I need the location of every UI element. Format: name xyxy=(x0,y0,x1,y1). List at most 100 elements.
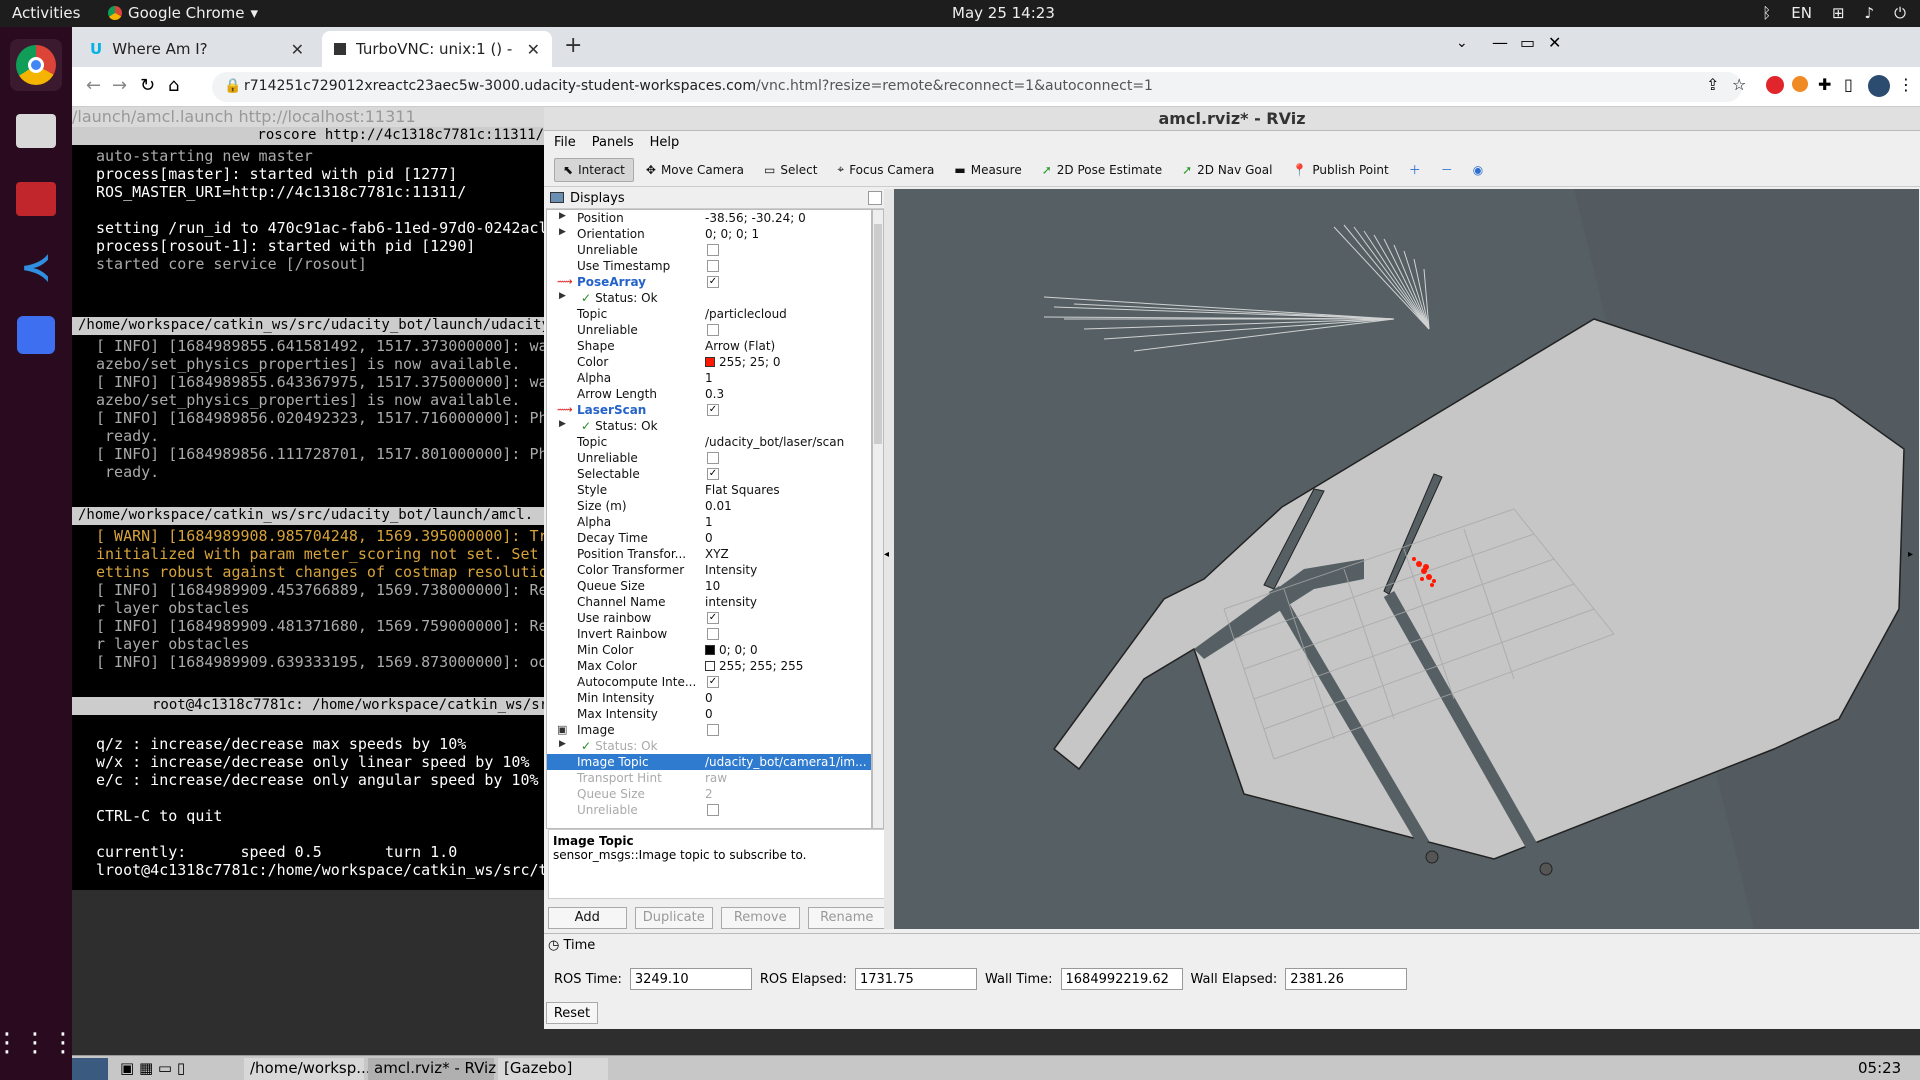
expand-arrow-icon[interactable]: ▶ xyxy=(559,419,566,429)
checkbox[interactable]: ✓ xyxy=(707,676,719,688)
system-tray[interactable]: ᛒ EN ⊞ ♪ ⏻ xyxy=(1762,4,1906,22)
terminal-pane-amcl[interactable]: /home/workspace/catkin_ws/src/udacity_bo… xyxy=(72,507,544,697)
language-indicator[interactable]: EN xyxy=(1791,4,1812,22)
show-apps-icon[interactable]: ⋮⋮⋮ xyxy=(0,1017,76,1069)
back-icon[interactable]: ← xyxy=(86,75,101,96)
close-window-button[interactable]: ✕ xyxy=(1548,33,1561,52)
property-value[interactable]: 0 xyxy=(705,707,713,721)
remove-button[interactable]: Remove xyxy=(721,907,800,929)
duplicate-button[interactable]: Duplicate xyxy=(634,907,713,929)
new-tab-button[interactable]: + xyxy=(564,33,582,58)
property-row[interactable]: Color 255; 25; 0 xyxy=(547,354,871,370)
property-row[interactable]: Unreliable xyxy=(547,322,871,338)
add-button[interactable]: Add xyxy=(548,907,627,929)
property-row[interactable]: Shape Arrow (Flat) xyxy=(547,338,871,354)
expand-arrow-icon[interactable]: ▶ xyxy=(559,291,566,301)
adblock-icon[interactable] xyxy=(1766,76,1784,94)
tool-move-camera[interactable]: ✥ Move Camera xyxy=(638,159,752,181)
terminal-pane-gazebo[interactable]: /home/workspace/catkin_ws/src/udacity_bo… xyxy=(72,317,544,507)
property-value[interactable]: 0; 0; 0 xyxy=(705,643,758,657)
wall-time-field[interactable] xyxy=(1060,968,1183,990)
checkbox[interactable]: ✓ xyxy=(707,276,719,288)
property-row[interactable]: Queue Size 10 xyxy=(547,578,871,594)
screenshot-icon[interactable] xyxy=(10,309,62,361)
reload-icon[interactable]: ↻ xyxy=(140,75,155,96)
checkbox[interactable] xyxy=(707,724,719,736)
property-row[interactable]: Max Intensity 0 xyxy=(547,706,871,722)
property-value[interactable]: intensity xyxy=(705,595,757,609)
menu-file[interactable]: File xyxy=(554,135,576,150)
vnc-canvas[interactable]: /launch/amcl.launch http://localhost:113… xyxy=(72,107,1920,1080)
avatar[interactable] xyxy=(1868,75,1890,97)
property-value[interactable]: 2 xyxy=(705,787,713,801)
tab-where-am-i[interactable]: U Where Am I? ✕ xyxy=(78,31,316,67)
property-row[interactable]: ⟿ PoseArray ✓ xyxy=(547,274,871,290)
checkbox[interactable]: ✓ xyxy=(707,404,719,416)
tool-2d-nav-goal[interactable]: ➚ 2D Nav Goal xyxy=(1174,159,1280,181)
property-row[interactable]: Style Flat Squares xyxy=(547,482,871,498)
property-value[interactable]: 0.01 xyxy=(705,499,732,513)
property-row[interactable]: Position Transfor... XYZ xyxy=(547,546,871,562)
url-field[interactable]: 🔒 r714251c729012xreactc23aec5w-3000.udac… xyxy=(212,72,1742,102)
checkbox[interactable] xyxy=(707,452,719,464)
property-row[interactable]: Autocompute Inte... ✓ xyxy=(547,674,871,690)
property-row[interactable]: Unreliable xyxy=(547,802,871,818)
menu-panels[interactable]: Panels xyxy=(592,135,634,150)
property-value[interactable]: raw xyxy=(705,771,727,785)
zoom-in-icon[interactable]: ＋ xyxy=(1401,157,1429,182)
property-row[interactable]: Use rainbow ✓ xyxy=(547,610,871,626)
restore-button[interactable]: ▭ xyxy=(1520,33,1535,52)
bookmark-star-icon[interactable]: ☆ xyxy=(1732,75,1746,94)
property-row[interactable]: Alpha 1 xyxy=(547,514,871,530)
property-value[interactable]: 0 xyxy=(705,691,713,705)
wall-elapsed-field[interactable] xyxy=(1285,968,1408,990)
property-row[interactable]: Max Color 255; 255; 255 xyxy=(547,658,871,674)
property-value[interactable]: 1 xyxy=(705,515,713,529)
expand-arrow-icon[interactable]: ▶ xyxy=(559,227,566,237)
property-row[interactable]: ▶ ✓ Status: Ok xyxy=(547,738,871,754)
clock[interactable]: May 25 14:23 xyxy=(952,4,1055,22)
property-value[interactable]: 0; 0; 0; 1 xyxy=(705,227,759,241)
property-row[interactable]: Unreliable xyxy=(547,242,871,258)
property-row[interactable]: ▣ Image xyxy=(547,722,871,738)
property-row[interactable]: Color Transformer Intensity xyxy=(547,562,871,578)
property-row[interactable]: ▶ ✓ Status: Ok xyxy=(547,418,871,434)
tool-interact[interactable]: ⬉ Interact xyxy=(554,157,634,182)
checkbox[interactable] xyxy=(707,804,719,816)
taskbar-item-rviz[interactable]: amcl.rviz* - RViz xyxy=(368,1058,496,1080)
bluetooth-icon[interactable]: ᛒ xyxy=(1762,4,1771,22)
checkbox[interactable] xyxy=(707,628,719,640)
property-value[interactable]: Flat Squares xyxy=(705,483,780,497)
puzzle-icon[interactable]: ✚ xyxy=(1818,75,1831,94)
property-row[interactable]: Topic/udacity_bot/laser/scan xyxy=(547,434,871,450)
checkbox[interactable]: ✓ xyxy=(707,468,719,480)
tool-focus-camera[interactable]: ⌖ Focus Camera xyxy=(829,158,942,181)
share-icon[interactable]: ⇪ xyxy=(1706,75,1719,94)
side-panel-icon[interactable]: ▯ xyxy=(1844,75,1853,94)
quick-launch-icons[interactable]: ▣ ▦ ▭ ▯ xyxy=(114,1058,191,1080)
property-row[interactable]: ▶ Orientation 0; 0; 0; 1 xyxy=(547,226,871,242)
minimize-button[interactable]: — xyxy=(1492,33,1508,52)
property-row[interactable]: Invert Rainbow xyxy=(547,626,871,642)
property-value[interactable]: 0.3 xyxy=(705,387,724,401)
close-icon[interactable]: ✕ xyxy=(291,40,304,59)
start-menu-icon[interactable] xyxy=(72,1058,108,1080)
tool-measure[interactable]: ▬ Measure xyxy=(946,159,1029,181)
zoom-out-icon[interactable]: － xyxy=(1433,157,1461,182)
property-value[interactable]: /particlecloud xyxy=(705,307,787,321)
property-value[interactable]: -38.56; -30.24; 0 xyxy=(705,211,806,225)
ros-time-field[interactable] xyxy=(629,968,752,990)
reset-button[interactable]: Reset xyxy=(546,1002,598,1024)
property-row[interactable]: Topic/particlecloud xyxy=(547,306,871,322)
property-row[interactable]: Min Color 0; 0; 0 xyxy=(547,642,871,658)
power-icon[interactable]: ⏻ xyxy=(1894,4,1906,22)
property-value[interactable]: XYZ xyxy=(705,547,729,561)
vscode-icon[interactable]: ≺ xyxy=(10,241,62,293)
property-row[interactable]: Min Intensity 0 xyxy=(547,690,871,706)
property-value[interactable]: 10 xyxy=(705,579,720,593)
network-icon[interactable]: ⊞ xyxy=(1832,4,1845,22)
property-row[interactable]: Queue Size 2 xyxy=(547,786,871,802)
checkbox[interactable] xyxy=(707,244,719,256)
menu-help[interactable]: Help xyxy=(650,135,680,150)
property-row[interactable]: Size (m) 0.01 xyxy=(547,498,871,514)
